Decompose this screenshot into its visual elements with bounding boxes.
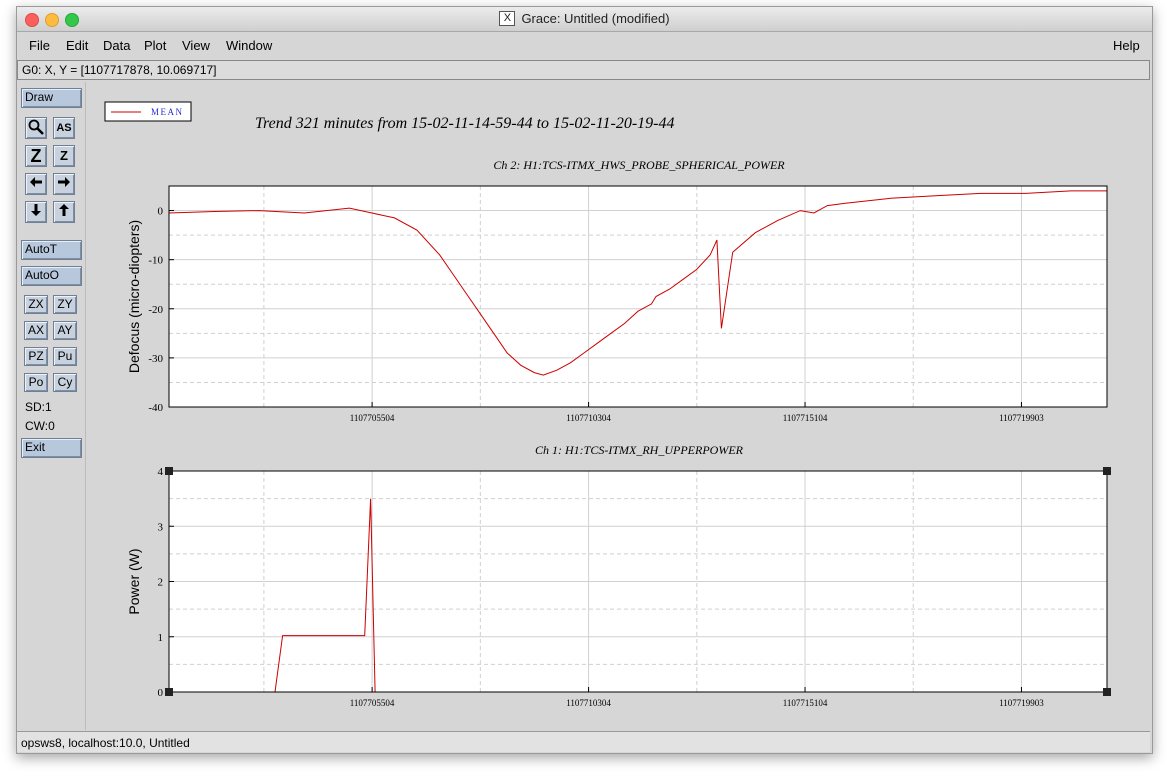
menu-window[interactable]: Window <box>226 38 272 53</box>
ch1-selection-handle <box>1103 688 1111 696</box>
ch2-ylabel: Defocus (micro-diopters) <box>126 220 142 373</box>
right-arrow-icon <box>58 177 70 187</box>
scroll-up-button[interactable] <box>53 201 75 223</box>
zoom-button[interactable] <box>25 117 47 139</box>
ch1-selection-handle <box>165 467 173 475</box>
x11-icon: X <box>499 11 516 26</box>
ch1-ytick-label: 1 <box>158 632 164 644</box>
zy-button[interactable]: ZY <box>53 295 77 314</box>
ch1-selection-handle <box>165 688 173 696</box>
window-title-wrap: X Grace: Untitled (modified) <box>17 11 1152 26</box>
ch2-ytick-label: -40 <box>148 402 163 414</box>
ay-button[interactable]: AY <box>53 321 77 340</box>
scroll-left-button[interactable] <box>25 173 47 195</box>
ch1-ytick-label: 2 <box>158 577 164 589</box>
down-arrow-icon <box>31 204 41 216</box>
ch1-title: Ch 1: H1:TCS-ITMX_RH_UPPERPOWER <box>535 443 744 457</box>
autoo-button[interactable]: AutoO <box>21 266 82 286</box>
cy-button[interactable]: Cy <box>53 373 77 392</box>
pz-button[interactable]: PZ <box>24 347 48 366</box>
ch2-ytick-label: 0 <box>158 206 164 218</box>
left-arrow-icon <box>30 177 42 187</box>
draw-button[interactable]: Draw <box>21 88 82 108</box>
cw-label: CW:0 <box>25 419 55 433</box>
ch2-xtick-label: 1107715104 <box>783 413 828 423</box>
ch1-xtick-label: 1107715104 <box>783 698 828 708</box>
status-bar: opsws8, localhost:10.0, Untitled <box>17 731 1150 752</box>
scroll-down-button[interactable] <box>25 201 47 223</box>
zoom-z-small-icon: Z <box>60 148 68 163</box>
zoom-z-large-icon: Z <box>30 146 42 166</box>
po-button[interactable]: Po <box>24 373 48 392</box>
zx-button[interactable]: ZX <box>24 295 48 314</box>
menu-edit[interactable]: Edit <box>66 38 88 53</box>
ch1-ytick-label: 0 <box>158 687 164 699</box>
autot-button[interactable]: AutoT <box>21 240 82 260</box>
ch1-xtick-label: 1107719903 <box>999 698 1044 708</box>
exit-button[interactable]: Exit <box>21 438 82 458</box>
ch2-ytick-label: -10 <box>148 255 163 267</box>
menu-plot[interactable]: Plot <box>144 38 166 53</box>
graph-ch2[interactable]: 0 -10 -20 -30 -40 1107705504 1107710304 1107715… <box>126 158 1108 423</box>
main-title: Trend 321 minutes from 15-02-11-14-59-44… <box>255 115 675 132</box>
menu-file[interactable]: File <box>29 38 50 53</box>
plot-svg: MEAN Trend 321 minutes from 15-02-11-14-… <box>104 101 1111 708</box>
menu-view[interactable]: View <box>182 38 210 53</box>
ch2-xtick-label: 1107710304 <box>566 413 611 423</box>
ch1-ylabel: Power (W) <box>126 548 142 614</box>
ax-button[interactable]: AX <box>24 321 48 340</box>
zoom-out-button[interactable]: Z <box>53 145 75 167</box>
ch1-ytick-label: 3 <box>158 521 164 533</box>
legend-label: MEAN <box>151 107 184 117</box>
ch2-xtick-label: 1107719903 <box>999 413 1044 423</box>
pu-button[interactable]: Pu <box>53 347 77 366</box>
ch2-title: Ch 2: H1:TCS-ITMX_HWS_PROBE_SPHERICAL_PO… <box>493 158 785 172</box>
title-bar[interactable]: X Grace: Untitled (modified) <box>17 7 1152 32</box>
text-button[interactable]: AS <box>53 117 75 139</box>
tool-panel: Draw AS Z Z AutoT AutoO ZX ZY AX AY PZ P… <box>17 82 86 730</box>
ch2-ytick-label: -20 <box>148 304 163 316</box>
ch2-ytick-label: -30 <box>148 353 163 365</box>
ch1-selection-handle <box>1103 467 1111 475</box>
ch1-ytick-label: 4 <box>158 466 164 478</box>
menu-data[interactable]: Data <box>103 38 130 53</box>
menu-help[interactable]: Help <box>1113 38 1140 53</box>
ch2-plot-area <box>169 186 1107 407</box>
magnifier-icon <box>28 119 44 135</box>
menu-bar: File Edit Data Plot View Window Help <box>17 32 1152 59</box>
sd-label: SD:1 <box>25 400 52 414</box>
grace-window: X Grace: Untitled (modified) File Edit Da… <box>16 6 1153 754</box>
graph-ch1[interactable]: 0 1 2 3 4 1107705504 1107710304 1107715104 11077… <box>126 443 1111 708</box>
text-icon: AS <box>56 122 72 134</box>
up-arrow-icon <box>59 204 69 216</box>
ch2-xtick-label: 1107705504 <box>350 413 395 423</box>
scroll-right-button[interactable] <box>53 173 75 195</box>
ch1-xtick-label: 1107710304 <box>566 698 611 708</box>
zoom-in-button[interactable]: Z <box>25 145 47 167</box>
plot-canvas[interactable]: MEAN Trend 321 minutes from 15-02-11-14-… <box>87 82 1151 732</box>
window-title: Grace: Untitled (modified) <box>521 11 670 26</box>
ch1-xtick-label: 1107705504 <box>350 698 395 708</box>
locator-bar: G0: X, Y = [1107717878, 10.069717] <box>17 60 1150 80</box>
